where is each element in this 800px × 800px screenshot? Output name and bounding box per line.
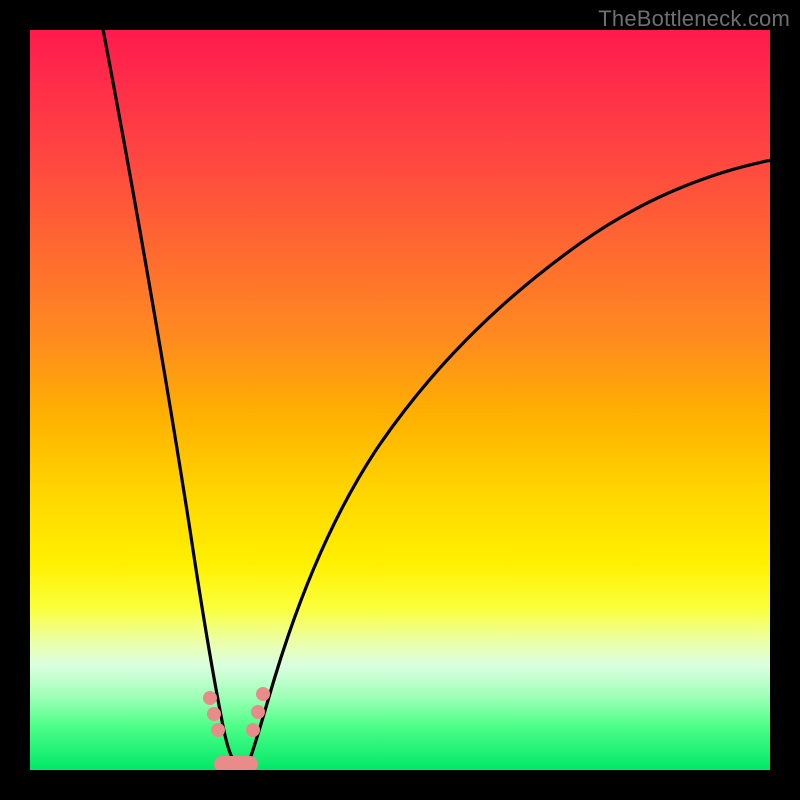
plot-area: [30, 30, 770, 770]
bottleneck-curve: [30, 30, 770, 770]
watermark-text: TheBottleneck.com: [598, 6, 790, 32]
marker-dot: [256, 687, 270, 701]
marker-dot: [203, 691, 217, 705]
curve-right-branch: [246, 160, 770, 770]
marker-dot: [207, 707, 221, 721]
marker-dot: [251, 705, 265, 719]
marker-dot: [246, 723, 260, 737]
marker-dot: [211, 723, 225, 737]
curve-left-branch: [102, 30, 240, 770]
marker-blob: [214, 756, 258, 770]
chart-frame: TheBottleneck.com: [0, 0, 800, 800]
